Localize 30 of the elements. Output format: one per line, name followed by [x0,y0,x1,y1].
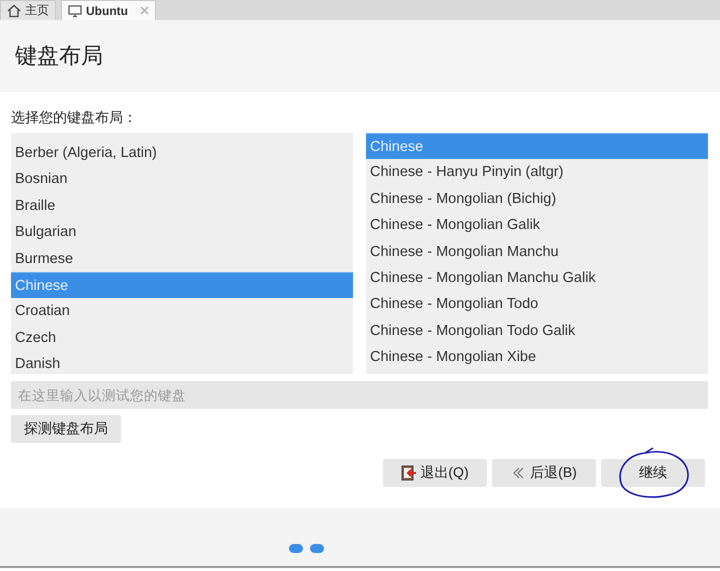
list-item[interactable]: Danish [11,351,353,374]
list-item[interactable]: Chinese - Hanyu Pinyin (altgr) [366,159,708,186]
back-button[interactable]: 后退(B) [492,459,596,487]
list-item[interactable]: Braille [11,192,353,220]
list-item[interactable]: Chinese - Mongolian Manchu [366,238,708,265]
page-title: 键盘布局 [15,42,103,70]
close-icon[interactable] [140,6,149,15]
list-item[interactable]: Berber (Algeria, Latin) [11,140,353,166]
list-item[interactable]: Bosnian [11,166,353,193]
list-item[interactable]: Bulgarian [11,219,353,246]
list-item[interactable]: Chinese - Mongolian Galik [366,212,708,239]
progress-dots-icon [289,544,325,554]
list-item[interactable]: Chinese - Mongolian Todo Galik [366,318,708,344]
quit-button[interactable]: 退出(Q) [383,459,487,487]
prompt-label: 选择您的键盘布局： [11,109,138,127]
list-item[interactable]: Croatian [11,298,353,325]
tab[interactable]: 主页 [0,0,56,20]
continue-button[interactable]: 继续 [601,459,705,487]
monitor-icon [68,4,82,18]
detect-layout-button[interactable]: 探测键盘布局 [11,415,121,443]
tab[interactable]: Ubuntu [61,0,156,20]
list-item[interactable]: Chinese - Mongolian Xibe [366,344,708,371]
exit-icon [401,465,418,481]
list-item[interactable]: Chinese - Mongolian Todo [366,291,708,318]
test-input-field[interactable]: 在这里输入以测试您的键盘 [11,381,708,409]
list-item[interactable]: Burmese [11,246,353,272]
list-item[interactable]: Czech [11,324,353,352]
list-item[interactable]: Chinese - Mongolian (Bichig) [366,186,708,212]
home-icon [7,4,21,18]
list-item[interactable]: Chinese - Mongolian Manchu Galik [366,264,708,292]
